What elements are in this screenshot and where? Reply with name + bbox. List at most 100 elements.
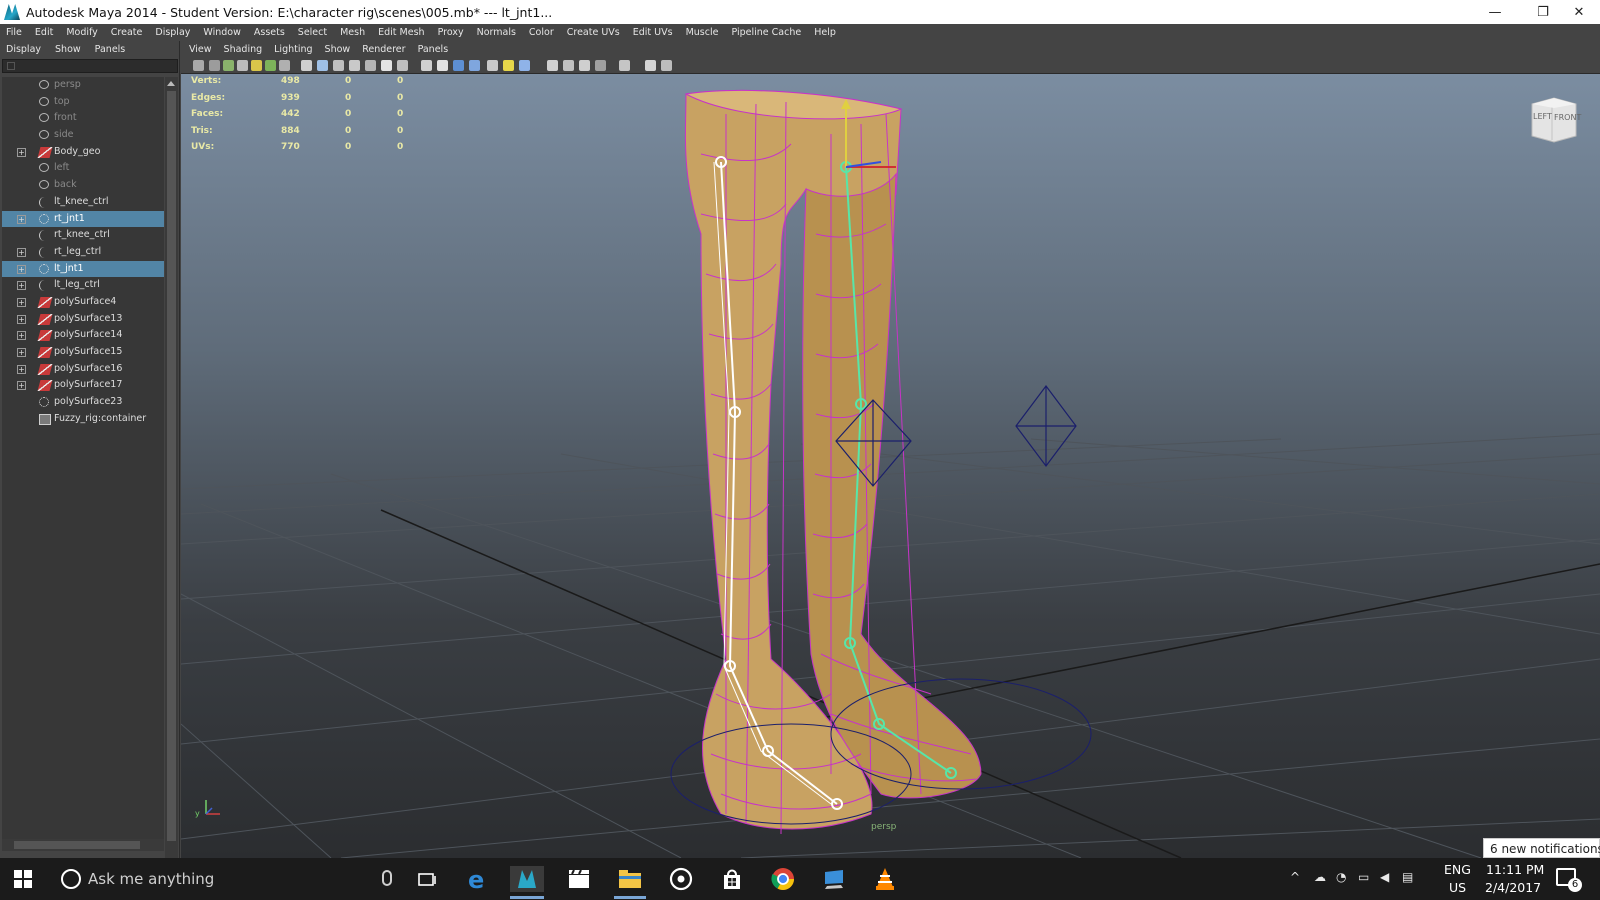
viewport-tool-icon[interactable] [301, 60, 312, 71]
input-region[interactable]: US [1449, 880, 1466, 895]
viewport-tool-icon[interactable] [469, 60, 480, 71]
viewport-tool-icon[interactable] [365, 60, 376, 71]
viewport-tool-icon[interactable] [333, 60, 344, 71]
onedrive-icon[interactable]: ☁ [1314, 870, 1326, 884]
minimize-button[interactable]: — [1472, 0, 1518, 24]
task-view-icon[interactable] [414, 866, 440, 892]
menu-pipeline-cache[interactable]: Pipeline Cache [731, 27, 801, 38]
viewport-menu-shading[interactable]: Shading [224, 44, 263, 55]
viewport-tool-icon[interactable] [563, 60, 574, 71]
menu-window[interactable]: Window [203, 27, 240, 38]
clock-time[interactable]: 11:11 PM [1486, 862, 1544, 877]
menu-display[interactable]: Display [155, 27, 190, 38]
volume-icon[interactable]: ◀ [1380, 870, 1389, 884]
viewport-tool-icon[interactable] [503, 60, 514, 71]
outliner-item[interactable]: + rt_leg_ctrl [2, 244, 164, 261]
expand-icon[interactable]: + [17, 364, 26, 374]
movie-maker-icon[interactable] [566, 866, 592, 892]
expand-icon[interactable]: + [17, 297, 26, 307]
chrome-icon[interactable] [770, 866, 796, 892]
outliner-item[interactable]: Fuzzy_rig:container [2, 411, 164, 428]
menu-edit-uvs[interactable]: Edit UVs [633, 27, 673, 38]
viewport-tool-icon[interactable] [619, 60, 630, 71]
viewport-tool-icon[interactable] [209, 60, 220, 71]
viewport-tool-icon[interactable] [381, 60, 392, 71]
show-hidden-icons-icon[interactable]: ^ [1290, 870, 1300, 884]
viewport-tool-icon[interactable] [519, 60, 530, 71]
scroll-up-icon[interactable] [167, 81, 175, 86]
menu-color[interactable]: Color [529, 27, 554, 38]
menu-modify[interactable]: Modify [66, 27, 97, 38]
maya-taskbar-icon[interactable] [510, 866, 544, 892]
menu-normals[interactable]: Normals [477, 27, 516, 38]
outliner-item[interactable]: side [2, 127, 164, 144]
viewport-tool-icon[interactable] [279, 60, 290, 71]
close-button[interactable]: ✕ [1556, 0, 1600, 24]
menu-create[interactable]: Create [111, 27, 143, 38]
viewport-tool-icon[interactable] [397, 60, 408, 71]
outliner-item[interactable]: + polySurface17 [2, 377, 164, 394]
menu-create-uvs[interactable]: Create UVs [567, 27, 620, 38]
outliner-search-input[interactable] [2, 59, 178, 73]
menu-edit[interactable]: Edit [35, 27, 53, 38]
viewport-menu-panels[interactable]: Panels [418, 44, 449, 55]
outliner-item[interactable]: back [2, 177, 164, 194]
menu-edit-mesh[interactable]: Edit Mesh [378, 27, 424, 38]
outliner-item[interactable]: front [2, 110, 164, 127]
viewport-tool-icon[interactable] [237, 60, 248, 71]
expand-icon[interactable]: + [17, 247, 26, 257]
outliner-item[interactable]: + polySurface16 [2, 361, 164, 378]
outliner-item[interactable]: polySurface23 [2, 394, 164, 411]
viewport-tool-icon[interactable] [487, 60, 498, 71]
outliner-item[interactable]: + polySurface13 [2, 311, 164, 328]
cortana-icon[interactable] [61, 869, 81, 889]
menu-mesh[interactable]: Mesh [340, 27, 365, 38]
outliner-item[interactable]: + lt_jnt1 [2, 260, 164, 278]
viewport-tool-icon[interactable] [317, 60, 328, 71]
expand-icon[interactable]: + [17, 147, 26, 157]
scroll-thumb[interactable] [167, 91, 176, 841]
outliner-item[interactable]: + polySurface4 [2, 294, 164, 311]
outliner-menu-display[interactable]: Display [6, 44, 41, 55]
viewport-tool-icon[interactable] [421, 60, 432, 71]
menu-help[interactable]: Help [814, 27, 836, 38]
viewport-tool-icon[interactable] [579, 60, 590, 71]
outliner-menu-show[interactable]: Show [55, 44, 81, 55]
microphone-icon[interactable] [382, 870, 392, 886]
expand-icon[interactable]: + [17, 281, 26, 291]
viewport-tool-icon[interactable] [645, 60, 656, 71]
menu-proxy[interactable]: Proxy [438, 27, 464, 38]
viewport-tool-icon[interactable] [349, 60, 360, 71]
viewport-tool-icon[interactable] [193, 60, 204, 71]
viewport-tool-icon[interactable] [453, 60, 464, 71]
outliner-item[interactable]: + rt_jnt1 [2, 210, 164, 228]
outliner-horizontal-scrollbar[interactable] [2, 839, 164, 851]
outliner-item[interactable]: + polySurface15 [2, 344, 164, 361]
view-cube[interactable]: LEFT FRONT [1528, 96, 1581, 144]
menu-file[interactable]: File [6, 27, 22, 38]
outliner-item[interactable]: lt_knee_ctrl [2, 194, 164, 211]
viewport-menu-renderer[interactable]: Renderer [362, 44, 405, 55]
vlc-icon[interactable] [872, 866, 898, 892]
expand-icon[interactable]: + [17, 264, 26, 274]
menu-select[interactable]: Select [298, 27, 327, 38]
input-language[interactable]: ENG [1444, 862, 1471, 877]
viewport-3d[interactable]: Verts: 498 0 0 Edges: 939 0 0 Faces: 442 0 0 Tris: 88… [181, 74, 1600, 858]
battery-icon[interactable]: ▭ [1358, 870, 1369, 884]
notification-toast[interactable]: 6 new notifications [1483, 838, 1600, 858]
viewport-menu-view[interactable]: View [189, 44, 212, 55]
wifi-icon[interactable]: ◔ [1336, 870, 1346, 884]
viewport-tool-icon[interactable] [265, 60, 276, 71]
expand-icon[interactable]: + [17, 348, 26, 357]
start-button[interactable] [14, 870, 32, 888]
viewport-tool-icon[interactable] [595, 60, 606, 71]
expand-icon[interactable]: + [17, 314, 26, 324]
expand-icon[interactable]: + [17, 381, 26, 391]
clock-date[interactable]: 2/4/2017 [1485, 880, 1541, 895]
outliner-menu-panels[interactable]: Panels [95, 44, 126, 55]
scroll-thumb[interactable] [14, 841, 140, 849]
viewport-tool-icon[interactable] [437, 60, 448, 71]
outliner-item[interactable]: left [2, 160, 164, 177]
expand-icon[interactable]: + [17, 331, 26, 341]
viewport-menu-lighting[interactable]: Lighting [274, 44, 312, 55]
